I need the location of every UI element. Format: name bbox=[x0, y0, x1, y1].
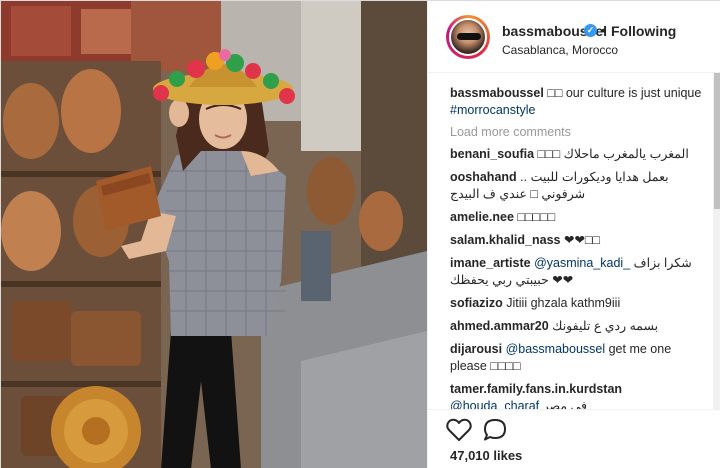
comment-text: Jitiii ghzala kathm9iii bbox=[506, 296, 621, 310]
sunglasses-icon bbox=[457, 33, 481, 40]
comment-username[interactable]: imane_artiste bbox=[450, 256, 531, 270]
comment-item: ahmed.ammar20 بسمه ردي ع تليفونك bbox=[450, 318, 704, 335]
post-header: bassmaboussel ✓ • Following Casablanca, … bbox=[428, 1, 720, 73]
separator-dot: • bbox=[601, 22, 606, 38]
comment-text: □□□□□ bbox=[517, 210, 556, 224]
comment-item: tamer.family.fans.in.kurdstan @houda_cha… bbox=[450, 381, 704, 409]
comment-text: بسمه ردي ع تليفونك bbox=[552, 319, 659, 333]
verified-badge-icon: ✓ bbox=[584, 24, 597, 37]
photo-illustration bbox=[1, 1, 427, 468]
comments-list[interactable]: bassmaboussel □□ our culture is just uni… bbox=[428, 73, 720, 409]
comment-item: imane_artiste @yasmina_kadi_ شكرا بزاف ❤… bbox=[450, 255, 704, 289]
load-more-comments-button[interactable]: Load more comments bbox=[450, 125, 704, 139]
comment-bubble-icon[interactable] bbox=[482, 418, 508, 442]
comment-item: ooshahand بعمل هدايا وديكورات للبيت .. ش… bbox=[450, 169, 704, 203]
comment-username[interactable]: dijarousi bbox=[450, 342, 502, 356]
avatar-photo bbox=[449, 18, 487, 56]
caption: bassmaboussel □□ our culture is just uni… bbox=[450, 85, 704, 119]
caption-text: □□ our culture is just unique bbox=[543, 86, 702, 100]
comment-username[interactable]: sofiazizo bbox=[450, 296, 503, 310]
post-actions: 47,010 likes bbox=[428, 409, 720, 468]
comment-item: dijarousi @bassmaboussel get me one plea… bbox=[450, 341, 704, 375]
comment-username[interactable]: tamer.family.fans.in.kurdstan bbox=[450, 382, 622, 396]
comment-text: ❤❤□□ bbox=[563, 233, 601, 247]
post-side-panel: bassmaboussel ✓ • Following Casablanca, … bbox=[427, 1, 720, 468]
comment-mention[interactable]: @yasmina_kadi_ bbox=[534, 256, 630, 270]
following-button[interactable]: Following bbox=[611, 23, 676, 39]
comment-username[interactable]: salam.khalid_nass bbox=[450, 233, 560, 247]
comment-mention[interactable]: @bassmaboussel bbox=[506, 342, 606, 356]
comment-item: sofiazizo Jitiii ghzala kathm9iii bbox=[450, 295, 704, 312]
comment-item: benani_soufia المغرب يالمغرب ماحلاك □□□ bbox=[450, 146, 704, 163]
scrollbar-thumb[interactable] bbox=[714, 73, 720, 209]
comment-mention[interactable]: @houda_charaf bbox=[450, 399, 539, 409]
instagram-post-window: bassmaboussel ✓ • Following Casablanca, … bbox=[0, 0, 720, 468]
comment-username[interactable]: benani_soufia bbox=[450, 147, 534, 161]
comment-item: amelie.nee □□□□□ bbox=[450, 209, 704, 226]
likes-count[interactable]: 47,010 likes bbox=[450, 448, 522, 463]
comment-item: salam.khalid_nass ❤❤□□ bbox=[450, 232, 704, 249]
avatar[interactable] bbox=[446, 15, 490, 59]
heart-icon[interactable] bbox=[446, 418, 472, 442]
post-photo[interactable] bbox=[1, 1, 427, 468]
comment-username[interactable]: ahmed.ammar20 bbox=[450, 319, 549, 333]
post-location[interactable]: Casablanca, Morocco bbox=[502, 43, 618, 57]
caption-hashtag[interactable]: #morrocanstyle bbox=[450, 103, 535, 117]
caption-username[interactable]: bassmaboussel bbox=[450, 86, 544, 100]
comments-scrollbar[interactable] bbox=[713, 73, 720, 409]
comment-text: المغرب يالمغرب ماحلاك □□□ bbox=[537, 147, 689, 161]
comment-username[interactable]: amelie.nee bbox=[450, 210, 514, 224]
comment-username[interactable]: ooshahand bbox=[450, 170, 517, 184]
comment-text: في مصر bbox=[542, 399, 587, 409]
